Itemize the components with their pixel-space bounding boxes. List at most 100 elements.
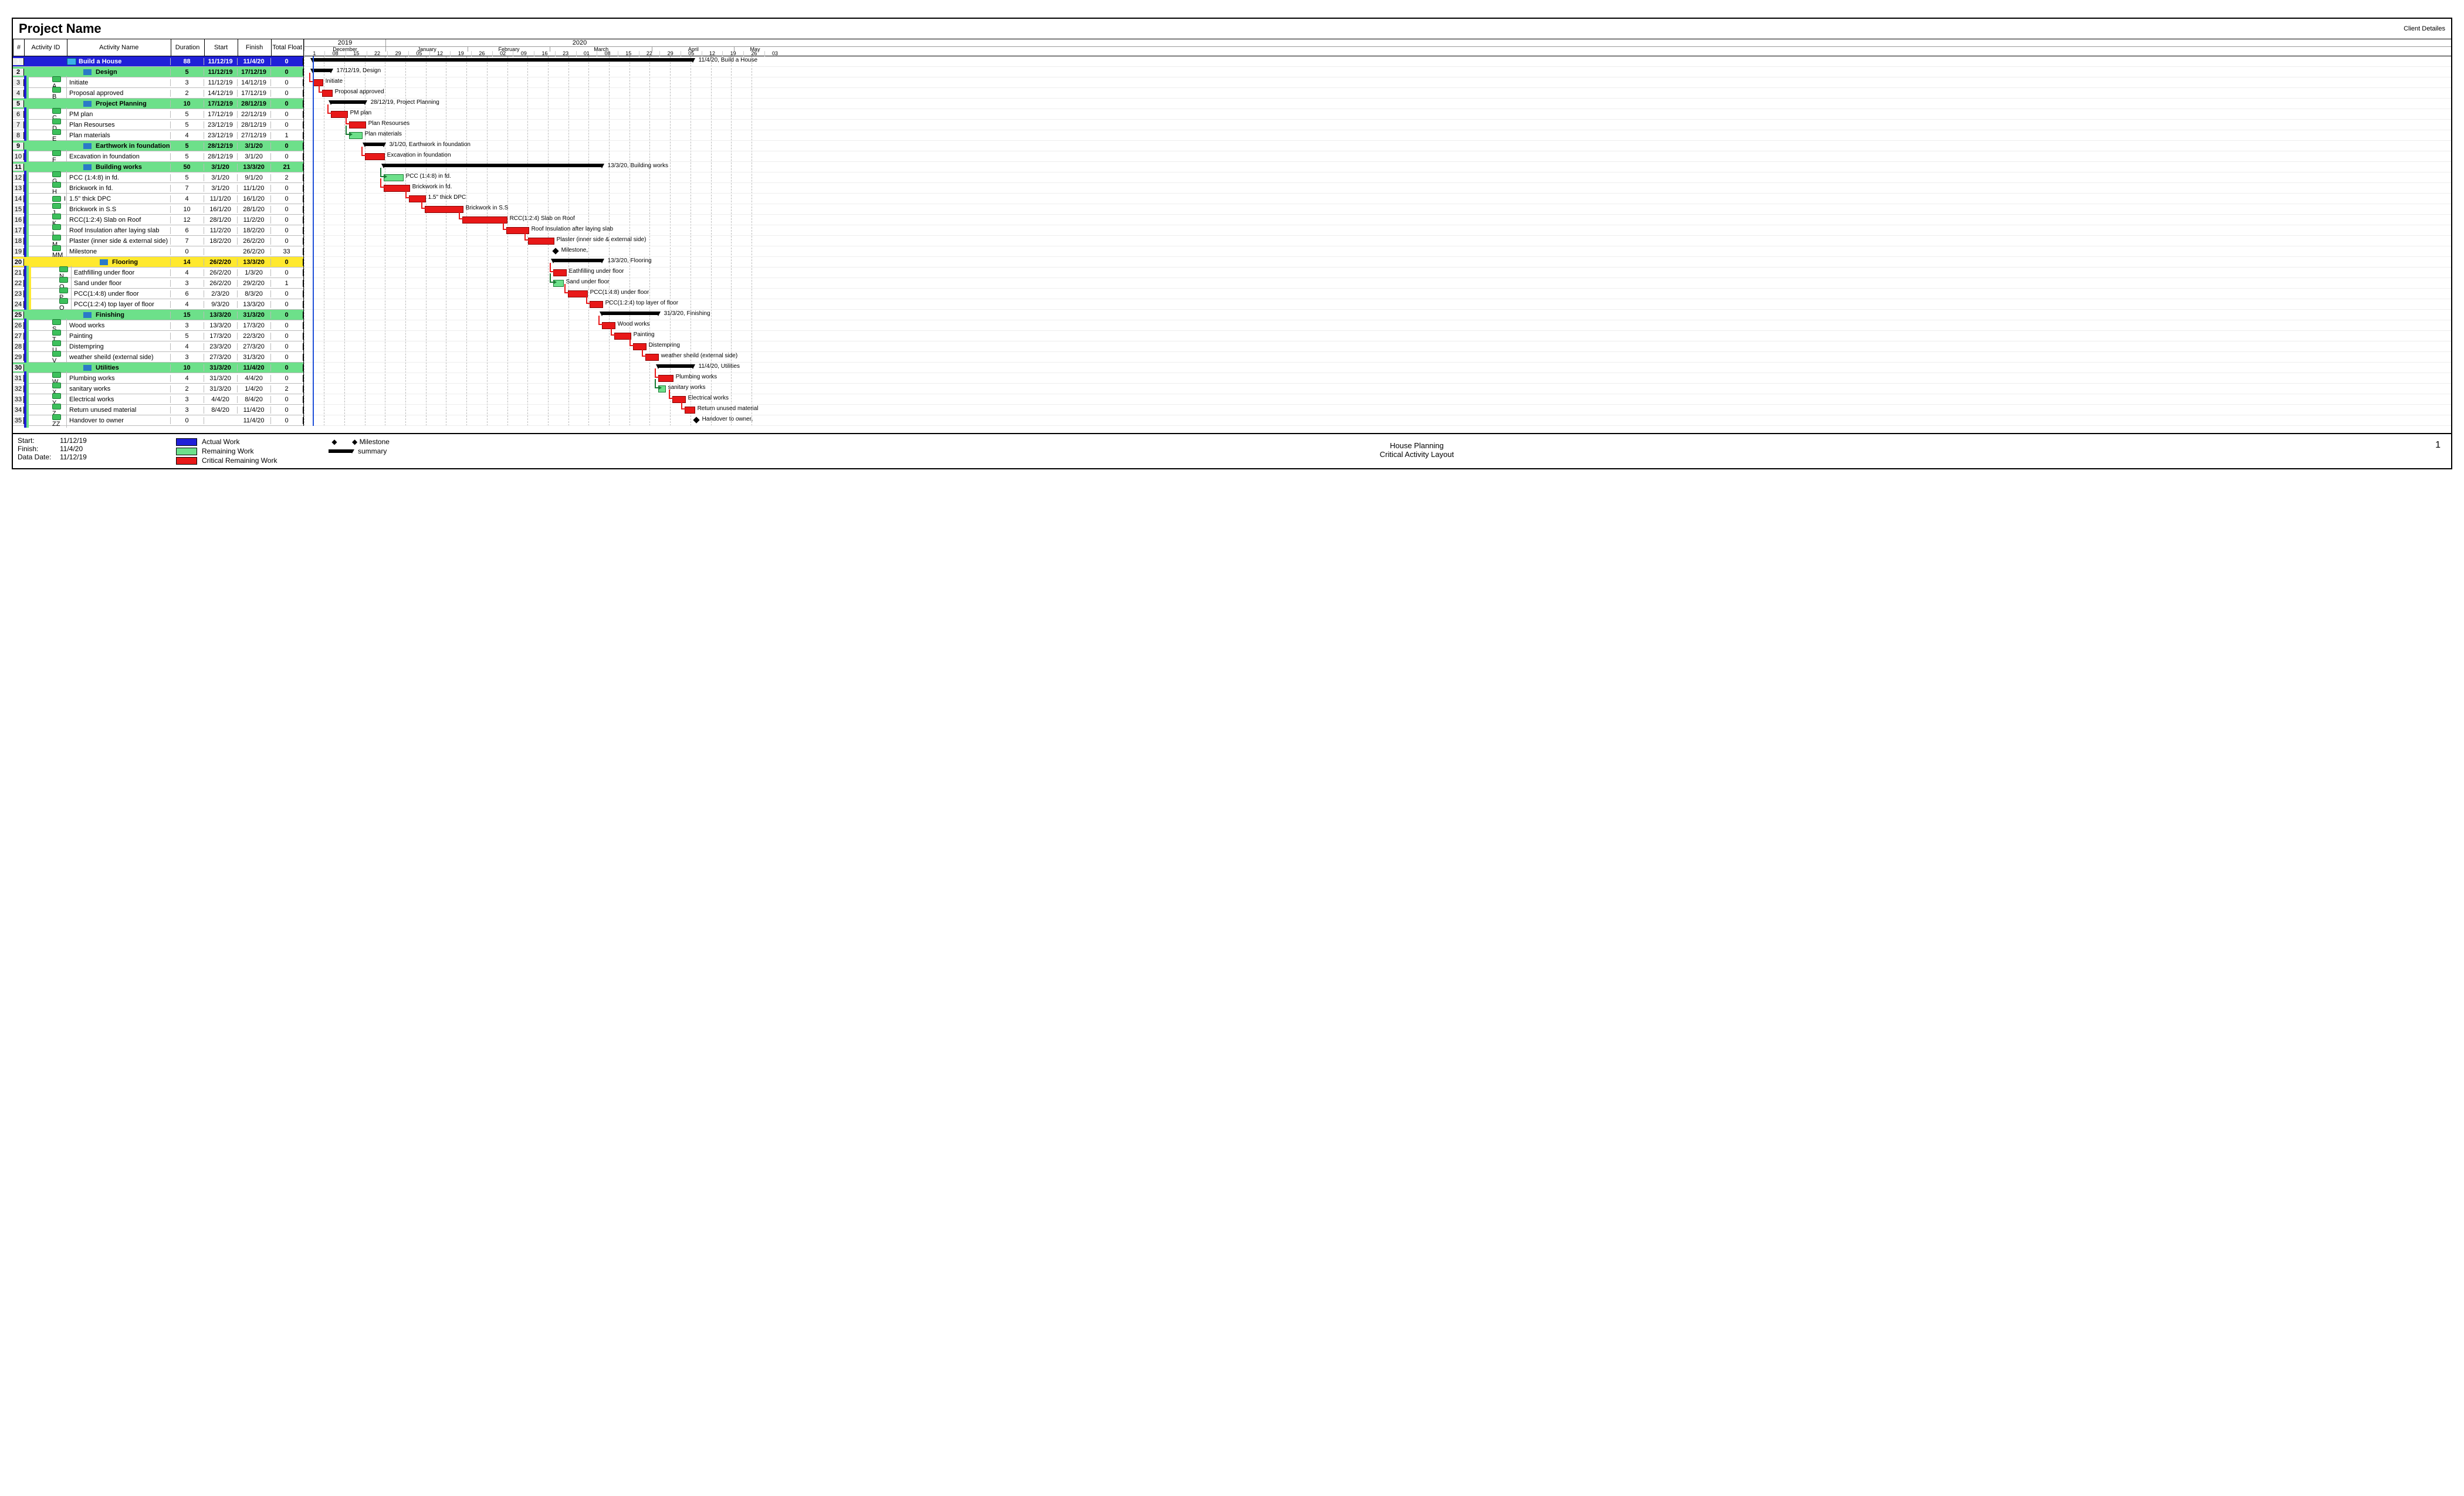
gantt-row: Sand under floor <box>304 278 2451 289</box>
dependency-link <box>503 221 507 230</box>
duration: 2 <box>171 90 204 97</box>
task-icon <box>52 182 61 188</box>
milestone-icon[interactable] <box>552 248 559 254</box>
summary-bar[interactable] <box>365 143 384 146</box>
bar-label: 11/4/20, Utilities <box>699 363 740 370</box>
duration: 5 <box>171 153 204 160</box>
finish-date: 11/4/20 <box>238 364 271 371</box>
row-num: 26 <box>13 322 24 329</box>
footer: Start:11/12/19Finish:11/4/20Data Date:11… <box>13 433 2451 468</box>
task-bar[interactable] <box>462 216 507 224</box>
duration: 3 <box>171 280 204 287</box>
row-num: 7 <box>13 121 24 128</box>
start-date: 23/3/20 <box>204 343 238 350</box>
start-date: 14/12/19 <box>204 90 238 97</box>
task-icon <box>52 196 61 202</box>
milestone-label: ◆ Milestone <box>352 438 390 446</box>
gantt-row: Eathfilling under floor <box>304 268 2451 278</box>
task-bar[interactable] <box>528 238 554 245</box>
gantt-row: RCC(1:2:4) Slab on Roof <box>304 215 2451 225</box>
legend-text: Critical Remaining Work <box>202 456 277 465</box>
table-row[interactable]: 1 Build a House 88 11/12/19 11/4/20 0 <box>13 56 303 67</box>
gantt-row: Plan materials <box>304 130 2451 141</box>
finish-date: 4/4/20 <box>238 375 271 382</box>
total-float: 0 <box>271 417 303 424</box>
col-name[interactable]: Activity Name <box>67 39 171 56</box>
summary-icon <box>83 101 92 107</box>
activity-name: PCC(1:4:8) under floor <box>72 290 171 297</box>
meta-label: Start: <box>18 436 60 445</box>
meta-value: 11/12/19 <box>60 436 87 445</box>
activity-name: 1.5" thick DPC <box>67 195 171 202</box>
col-start[interactable]: Start <box>204 39 238 56</box>
project-title: Project Name <box>19 21 101 36</box>
activity-id: V <box>24 350 67 364</box>
table-row[interactable]: 24 Q PCC(1:2:4) top layer of floor 4 9/3… <box>13 299 303 310</box>
row-num: 17 <box>13 227 24 234</box>
table-row[interactable]: 10 F Excavation in foundation 5 28/12/19… <box>13 151 303 162</box>
finish-date: 13/3/20 <box>238 164 271 171</box>
layout-name-2: Critical Activity Layout <box>428 450 2405 459</box>
dependency-link <box>550 273 554 283</box>
activity-name: Distempring <box>67 343 171 350</box>
activity-id: B <box>24 86 67 100</box>
duration: 4 <box>171 269 204 276</box>
dependency-link <box>655 368 659 378</box>
row-num: 12 <box>13 174 24 181</box>
summary-bar[interactable] <box>553 259 602 262</box>
table-row[interactable]: 29 V weather sheild (external side) 3 27… <box>13 352 303 363</box>
table-row[interactable]: 8 E Plan materials 4 23/12/19 27/12/19 1 <box>13 130 303 141</box>
start-date: 3/1/20 <box>204 174 238 181</box>
finish-date: 3/1/20 <box>238 153 271 160</box>
start-date: 23/12/19 <box>204 121 238 128</box>
dependency-link <box>405 189 410 198</box>
col-dur[interactable]: Duration <box>171 39 204 56</box>
bar-label: Electrical works <box>688 395 729 401</box>
milestone-icon[interactable] <box>693 417 699 423</box>
summary-bar[interactable] <box>602 312 658 315</box>
finish-date: 31/3/20 <box>238 312 271 319</box>
duration: 2 <box>171 385 204 392</box>
table-row[interactable]: 13 H Brickwork in fd. 7 3/1/20 11/1/20 0 <box>13 183 303 194</box>
bar-label: 31/3/20, Finishing <box>664 310 710 317</box>
task-bar[interactable] <box>425 206 463 213</box>
activity-name: Initiate <box>67 79 171 86</box>
report-page: Project Name Client Detailes # Activity … <box>12 18 2452 469</box>
table-row[interactable]: 35 ZZ Handover to owner 0 11/4/20 0 <box>13 415 303 426</box>
summary-bar[interactable] <box>384 164 602 167</box>
summary-bar[interactable] <box>313 69 331 72</box>
bar-label: RCC(1:2:4) Slab on Roof <box>510 215 575 222</box>
task-icon <box>52 319 61 325</box>
activity-name: Utilities <box>67 364 171 371</box>
summary-bar[interactable] <box>658 364 693 368</box>
col-finish[interactable]: Finish <box>238 39 271 56</box>
finish-date: 3/1/20 <box>238 143 271 150</box>
duration: 4 <box>171 301 204 308</box>
col-float[interactable]: Total Float <box>271 39 303 56</box>
activity-name: Flooring <box>67 259 171 266</box>
summary-bar[interactable] <box>331 100 365 104</box>
summary-bar[interactable] <box>313 58 693 62</box>
start-date: 23/12/19 <box>204 132 238 139</box>
bar-label: 1.5" thick DPC <box>428 194 466 201</box>
gantt-row: Brickwork in S.S <box>304 204 2451 215</box>
col-num[interactable]: # <box>13 39 24 56</box>
gantt-chart[interactable]: 20192020 DecemberJanuaryFebruaryMarchApr… <box>304 39 2451 426</box>
dependency-link <box>459 210 463 219</box>
start-date: 28/12/19 <box>204 153 238 160</box>
row-num: 30 <box>13 364 24 371</box>
bar-label: Return unused material <box>698 405 759 412</box>
bar-label: Distempring <box>649 342 680 348</box>
activity-name: Milestone <box>67 248 171 255</box>
table-row[interactable]: 19 MM Milestone 0 26/2/20 33 <box>13 246 303 257</box>
start-date: 31/3/20 <box>204 385 238 392</box>
task-icon <box>52 171 61 177</box>
total-float: 0 <box>271 216 303 224</box>
start-date: 3/1/20 <box>204 185 238 192</box>
task-icon <box>52 119 61 124</box>
duration: 12 <box>171 216 204 224</box>
start-date: 11/1/20 <box>204 195 238 202</box>
bar-label: Proposal approved <box>335 89 384 95</box>
table-row[interactable]: 4 B Proposal approved 2 14/12/19 17/12/1… <box>13 88 303 99</box>
col-id[interactable]: Activity ID <box>24 39 67 56</box>
